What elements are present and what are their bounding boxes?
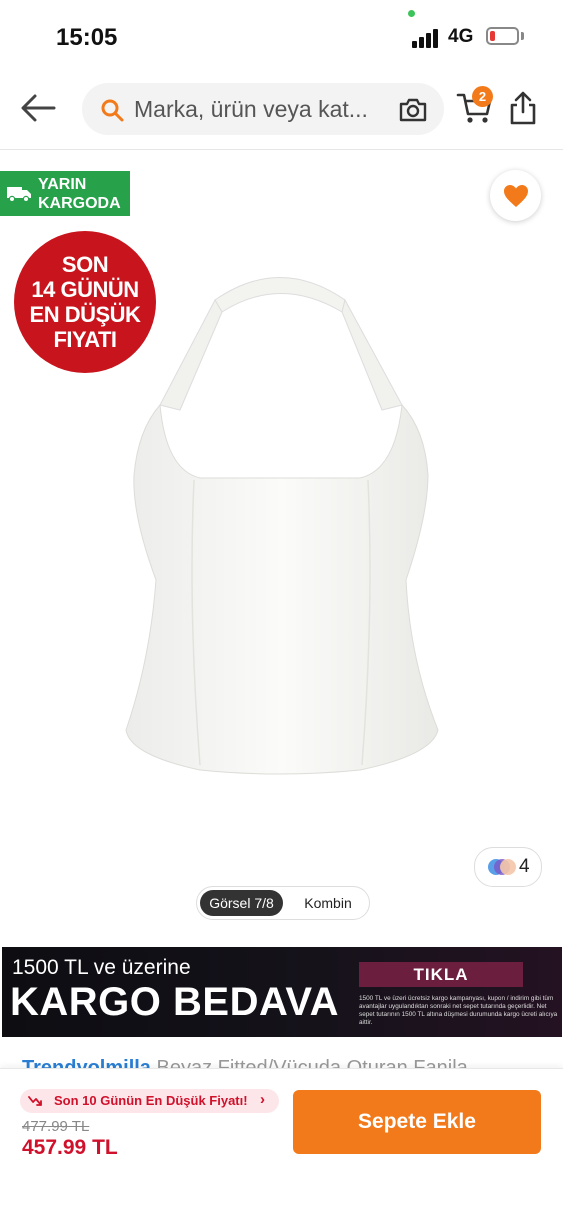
variant-count: 4 bbox=[519, 856, 530, 877]
favorite-button[interactable] bbox=[490, 170, 541, 221]
fast-delivery-text: YARIN KARGODA bbox=[38, 175, 121, 213]
banner-click-button[interactable]: TIKLA bbox=[359, 962, 523, 987]
banner-subtitle: 1500 TL ve üzerine bbox=[12, 956, 191, 979]
share-icon bbox=[510, 91, 536, 125]
fast-delivery-line2: KARGODA bbox=[38, 195, 121, 212]
bottom-purchase-bar: Son 10 Günün En Düşük Fiyatı! › 477.99 T… bbox=[0, 1068, 563, 1220]
lowest-price-pill[interactable]: Son 10 Günün En Düşük Fiyatı! › bbox=[20, 1089, 279, 1113]
current-price: 457.99 TL bbox=[22, 1136, 118, 1159]
add-to-cart-button[interactable]: Sepete Ekle bbox=[293, 1090, 541, 1154]
banner-terms: 1500 TL ve üzeri ücretsiz kargo kampanya… bbox=[359, 995, 558, 1026]
header-divider bbox=[0, 149, 563, 150]
privacy-indicator-dot bbox=[408, 10, 415, 17]
free-shipping-banner[interactable]: 1500 TL ve üzerine KARGO BEDAVA TIKLA 15… bbox=[2, 947, 562, 1037]
network-type: 4G bbox=[448, 26, 474, 47]
trend-down-icon bbox=[28, 1096, 42, 1106]
back-button[interactable] bbox=[18, 90, 58, 126]
cart-count-badge: 2 bbox=[472, 86, 493, 107]
tab-combination[interactable]: Kombin bbox=[293, 890, 363, 916]
chevron-right-icon: › bbox=[260, 1091, 265, 1108]
battery-cap bbox=[521, 32, 524, 40]
lowest-price-pill-text: Son 10 Günün En Düşük Fiyatı! bbox=[54, 1093, 248, 1108]
search-input[interactable]: Marka, ürün veya kat... bbox=[134, 96, 368, 123]
search-bar[interactable]: Marka, ürün veya kat... bbox=[82, 83, 444, 135]
battery-icon bbox=[486, 27, 519, 45]
search-icon bbox=[101, 99, 124, 122]
share-button[interactable] bbox=[507, 90, 539, 126]
lowest-badge-line4: FIYATI bbox=[53, 327, 117, 352]
status-time: 15:05 bbox=[56, 24, 118, 51]
gallery-tabs: Görsel 7/8 Kombin bbox=[196, 886, 370, 920]
old-price: 477.99 TL bbox=[22, 1118, 90, 1135]
fast-delivery-badge: YARIN KARGODA bbox=[0, 171, 130, 216]
color-swatches-icon bbox=[488, 859, 516, 875]
truck-icon bbox=[7, 187, 31, 203]
tab-images[interactable]: Görsel 7/8 bbox=[200, 890, 283, 916]
heart-icon bbox=[504, 185, 528, 207]
color-variants-button[interactable]: 4 bbox=[474, 847, 542, 887]
lowest-badge-line1: SON bbox=[61, 252, 109, 277]
fast-delivery-line1: YARIN bbox=[38, 176, 87, 193]
camera-icon[interactable] bbox=[398, 96, 428, 124]
banner-title: KARGO BEDAVA bbox=[10, 980, 339, 1024]
arrow-left-icon bbox=[21, 94, 56, 122]
signal-icon bbox=[412, 28, 440, 48]
product-image[interactable] bbox=[110, 260, 455, 780]
